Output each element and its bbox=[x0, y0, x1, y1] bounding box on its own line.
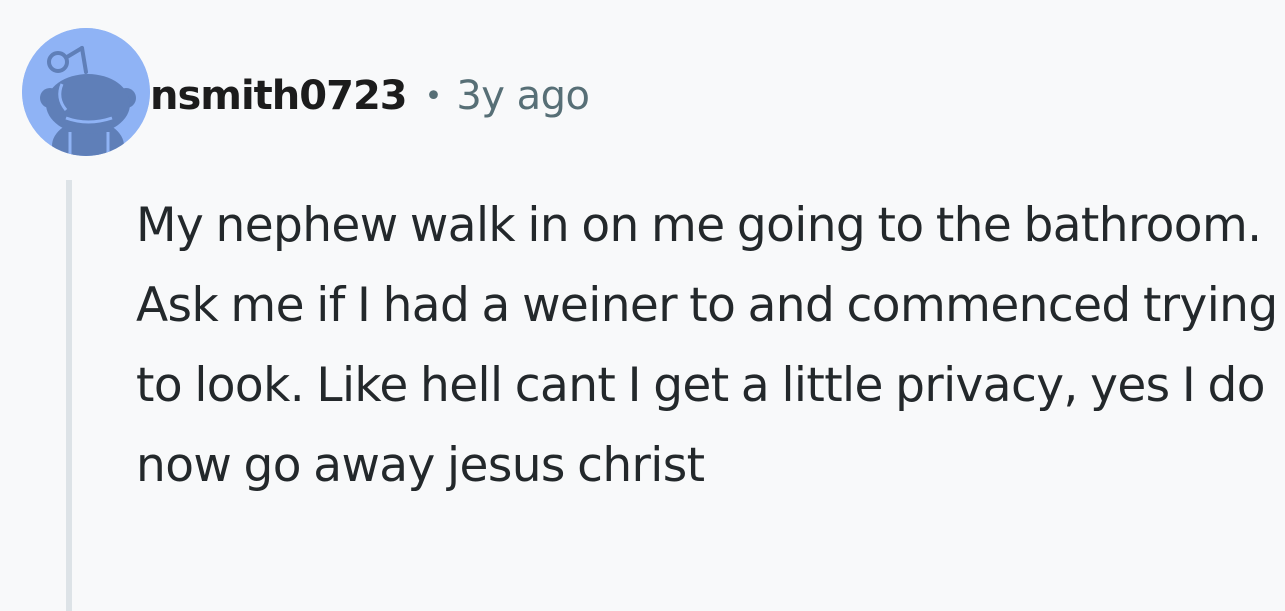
author-username[interactable]: nsmith0723 bbox=[150, 73, 408, 119]
snoo-avatar-icon bbox=[22, 28, 150, 156]
meta-separator: • bbox=[424, 78, 443, 114]
user-avatar[interactable] bbox=[22, 28, 150, 156]
comment-meta: nsmith0723 • 3y ago bbox=[150, 66, 590, 126]
thread-collapse-line[interactable] bbox=[66, 180, 72, 611]
comment-timestamp[interactable]: 3y ago bbox=[456, 73, 590, 119]
comment: nsmith0723 • 3y ago My nephew walk in on… bbox=[0, 0, 1285, 611]
comment-body: My nephew walk in on me going to the bat… bbox=[136, 198, 1278, 493]
